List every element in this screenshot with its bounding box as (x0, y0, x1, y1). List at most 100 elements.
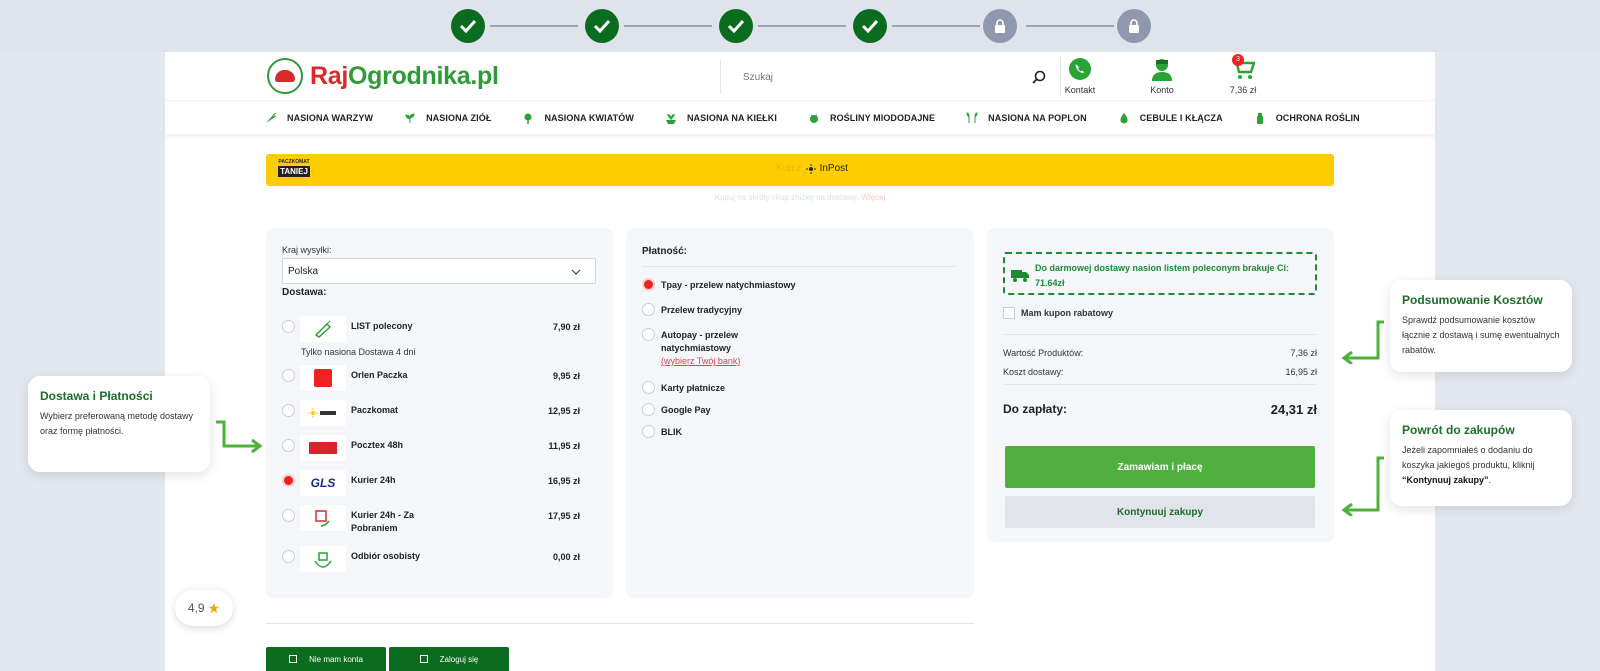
user-icon (1152, 59, 1172, 81)
cart-total: 7,36 zł (1229, 85, 1257, 95)
nav-item-cover-crops[interactable]: NASIONA NA POPLON (966, 111, 1087, 124)
payment-radio-selected[interactable] (642, 278, 655, 291)
shipping-radio-selected[interactable] (282, 474, 295, 487)
payment-name: BLIK (661, 427, 682, 437)
payment-name: Karty płatnicze (661, 383, 726, 393)
payment-divider (642, 266, 956, 267)
progress-connector (758, 25, 846, 27)
summary-panel: Do darmowej dostawy nasion listem poleco… (987, 228, 1334, 542)
shipping-name: Kurier 24h (351, 475, 396, 485)
payment-name: Google Pay (661, 405, 711, 415)
poczta-polska-icon (300, 435, 346, 461)
arrow-left-icon (1341, 320, 1384, 364)
checkbox-icon (289, 655, 298, 663)
shipping-option-list[interactable]: LIST polecony 7,90 zł (282, 316, 596, 346)
shipping-name: Orlen Paczka (351, 370, 408, 380)
step-3-done (719, 9, 753, 43)
arrow-left-icon (1341, 456, 1384, 516)
country-select[interactable]: Polska (282, 258, 596, 284)
shipping-price: 7,90 zł (552, 322, 580, 332)
category-nav: NASIONA WARZYW NASIONA ZIÓŁ NASIONA KWIA… (165, 100, 1435, 134)
payment-radio[interactable] (642, 328, 655, 341)
payment-radio[interactable] (642, 403, 655, 416)
shipping-radio[interactable] (282, 439, 295, 452)
shipping-radio[interactable] (282, 320, 295, 333)
bee-icon (809, 114, 818, 123)
nav-item-honey-plants[interactable]: ROŚLINY MIODODAJNE (808, 112, 935, 124)
rating-badge[interactable]: 4,9 ★ (175, 590, 233, 626)
paczkomat-banner[interactable]: PACZKOMAT TANIEJ Kup z InPost (266, 154, 1334, 186)
account-label: Konto (1150, 85, 1174, 95)
payment-name: Tpay - przelew natychmiastowy (661, 280, 796, 290)
callout-delivery: Dostawa i Płatności Wybierz preferowaną … (28, 376, 210, 472)
shipping-name: Pocztex 48h (351, 440, 404, 450)
shipping-option-orlen[interactable]: Orlen Paczka 9,95 zł (282, 365, 596, 395)
contact-label: Kontakt (1064, 85, 1096, 95)
step-6-locked (1117, 9, 1151, 43)
search-input[interactable] (721, 60, 1011, 94)
shipping-note: Tylko nasiona Dostawa 4 dni (301, 347, 416, 357)
coupon-checkbox[interactable]: Mam kupon rabatowy (1003, 307, 1113, 319)
nav-item-vegetables[interactable]: NASIONA WARZYW (265, 112, 373, 124)
account-link[interactable]: Konto (1132, 56, 1192, 95)
summary-divider (1003, 384, 1317, 385)
spray-bottle-icon (1256, 112, 1263, 124)
shipping-option-cod[interactable]: Kurier 24h - Za Pobraniem 17,95 zł (282, 505, 596, 541)
cart-link[interactable]: 3 7,36 zł (1213, 54, 1273, 95)
lock-icon (1129, 19, 1139, 33)
contact-link[interactable]: Kontakt (1050, 56, 1110, 95)
free-shipping-notice: Do darmowej dostawy nasion listem poleco… (1003, 252, 1317, 295)
cart-count-badge: 3 (1232, 54, 1244, 66)
nav-item-flowers[interactable]: NASIONA KWIATÓW (522, 112, 634, 124)
no-account-button[interactable]: Nie mam konta (266, 647, 386, 671)
checkbox-icon (419, 655, 428, 663)
logo-badge-icon[interactable] (267, 58, 303, 94)
banner-more-link[interactable]: Więcej (861, 193, 885, 202)
nav-item-sprouts[interactable]: NASIONA NA KIEŁKI (665, 112, 777, 124)
nav-item-herbs[interactable]: NASIONA ZIÓŁ (404, 112, 491, 124)
letter-icon (300, 316, 346, 342)
search-icon[interactable] (1031, 69, 1047, 85)
seedling-icon (966, 111, 978, 123)
login-button[interactable]: Zaloguj się (389, 647, 509, 671)
nav-item-plant-protection[interactable]: OCHRONA ROŚLIN (1254, 112, 1360, 124)
flower-icon (524, 113, 532, 124)
step-1-done (451, 9, 485, 43)
payment-radio[interactable] (642, 381, 655, 394)
check-icon (861, 19, 879, 33)
place-order-button[interactable]: Zamawiam i płacę (1005, 446, 1315, 488)
shipping-price: 16,95 zł (547, 476, 580, 486)
site-logo[interactable]: RajOgrodnika.pl (310, 62, 499, 91)
shipping-name: Odbiór osobisty (351, 551, 421, 561)
shipping-cost-row: Koszt dostawy: 16,95 zł (1003, 367, 1317, 377)
summary-divider (1003, 334, 1317, 335)
payment-radio[interactable] (642, 303, 655, 316)
shipping-option-courier[interactable]: GLS Kurier 24h 16,95 zł (282, 470, 596, 500)
payment-panel: Płatność: Tpay - przelew natychmiastowy … (626, 228, 974, 598)
shipping-price: 11,95 zł (548, 441, 580, 451)
banner-center: Kup z InPost (776, 163, 848, 174)
shipping-radio[interactable] (282, 509, 295, 522)
check-icon (593, 19, 611, 33)
cash-on-delivery-icon (300, 505, 346, 531)
inpost-sun-icon (805, 163, 816, 174)
shipping-radio[interactable] (282, 369, 295, 382)
truck-icon (1011, 270, 1029, 282)
payment-title: Płatność: (642, 246, 688, 257)
shipping-radio[interactable] (282, 550, 295, 563)
star-icon: ★ (207, 599, 221, 616)
shipping-name: Paczkomat (351, 405, 399, 415)
shipping-option-paczkomat[interactable]: Paczkomat 12,95 zł (282, 400, 596, 430)
shipping-radio[interactable] (282, 404, 295, 417)
continue-shopping-button[interactable]: Kontynuuj zakupy (1005, 496, 1315, 528)
shipping-option-pickup[interactable]: Odbiór osobisty 0,00 zł (282, 546, 596, 576)
shipping-option-pocztex[interactable]: Pocztex 48h 11,95 zł (282, 435, 596, 465)
country-label: Kraj wysyłki: (282, 245, 332, 255)
choose-bank-link[interactable]: (wybierz Twój bank) (661, 355, 740, 368)
payment-radio[interactable] (642, 425, 655, 438)
arrow-right-icon (216, 420, 263, 454)
shipping-name: LIST polecony (351, 321, 413, 331)
shipping-price: 12,95 zł (547, 406, 580, 416)
delivery-label: Dostawa: (282, 287, 327, 298)
nav-item-bulbs[interactable]: CEBULE I KŁĄCZA (1118, 112, 1223, 124)
